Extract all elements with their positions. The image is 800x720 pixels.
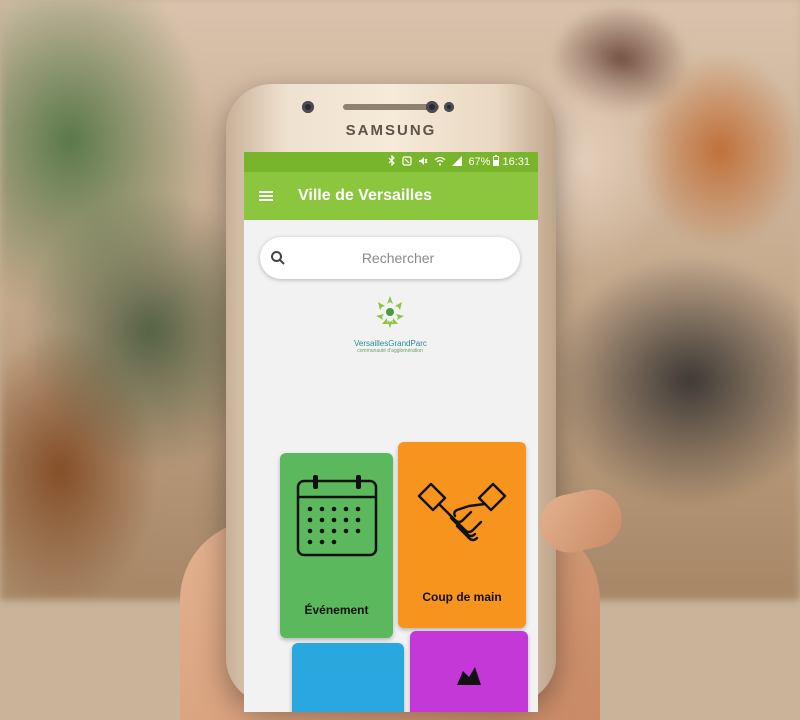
tile-label: Coup de main	[422, 590, 502, 604]
status-bar: 67% 16:31	[244, 152, 538, 172]
tile-icon	[410, 665, 528, 685]
search-bar[interactable]	[260, 237, 520, 279]
bluetooth-icon	[388, 154, 396, 169]
versailles-grandparc-logo: VersaillesGrandParc communauté d'agglomé…	[354, 292, 427, 354]
search-icon[interactable]	[260, 250, 296, 266]
search-input[interactable]	[296, 249, 500, 267]
nfc-icon	[402, 155, 413, 169]
handshake-icon	[398, 480, 526, 550]
menu-button[interactable]	[244, 172, 288, 220]
device-brand: SAMSUNG	[345, 122, 437, 139]
front-camera	[426, 101, 438, 113]
proximity-sensor	[302, 101, 314, 113]
mute-icon	[418, 156, 428, 169]
wifi-icon	[434, 156, 446, 169]
tile-coup-de-main[interactable]: Coup de main	[398, 442, 526, 628]
calendar-icon	[280, 473, 393, 559]
phone-device: SAMSUNG 67% 16:31 Ville de Versailles Re…	[226, 84, 556, 712]
battery-percent: 67%	[468, 156, 491, 168]
clock: 16:31	[502, 156, 530, 168]
tile-blue[interactable]	[292, 643, 404, 712]
app-title: Ville de Versailles	[298, 187, 433, 204]
phone-screen: 67% 16:31 Ville de Versailles Rechercher…	[244, 152, 538, 712]
logo-leaves-icon	[376, 296, 404, 328]
tile-label: Événement	[304, 603, 369, 617]
battery-icon	[493, 155, 500, 169]
sensor-icon	[444, 102, 454, 112]
logo-name: VersaillesGrandParc	[354, 339, 427, 348]
tile-evenement[interactable]: Événement	[280, 453, 393, 638]
hamburger-icon	[259, 191, 273, 201]
logo-subtitle: communauté d'agglomération	[357, 348, 423, 354]
app-bar: Ville de Versailles	[244, 172, 538, 220]
signal-icon	[452, 155, 463, 169]
earpiece	[343, 104, 439, 110]
tile-purple[interactable]	[410, 631, 528, 712]
